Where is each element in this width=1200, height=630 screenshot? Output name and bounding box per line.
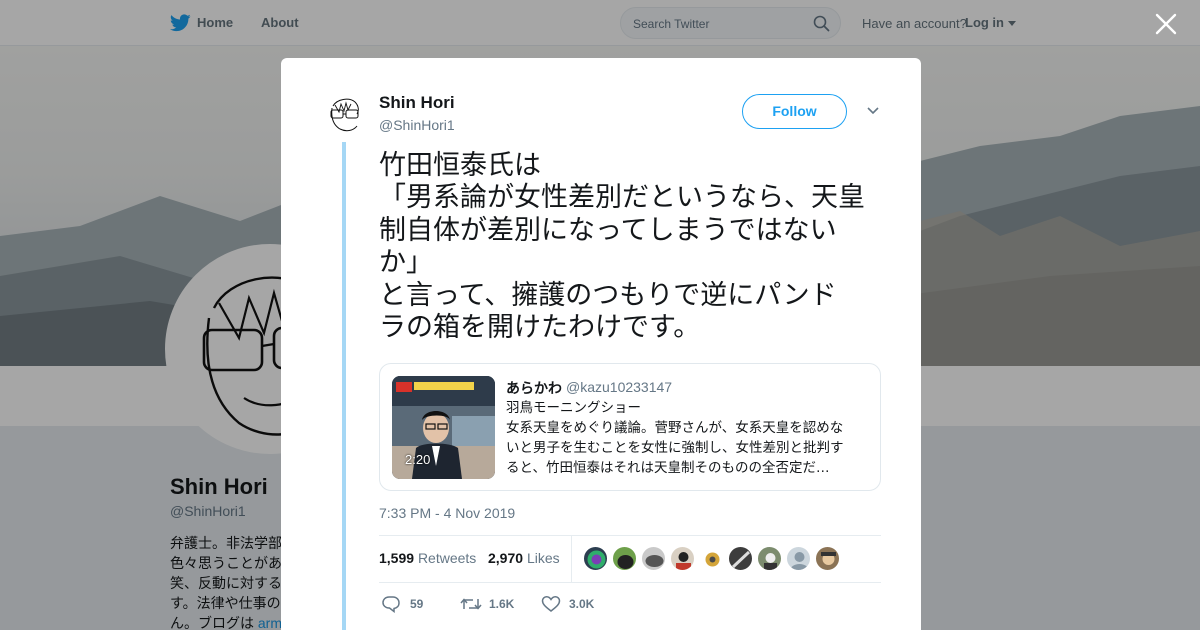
retweets-label: Retweets bbox=[417, 550, 477, 566]
quoted-tweet-card[interactable]: 2:20 あらかわ @kazu10233147 羽鳥モーニングショー 女系天皇を… bbox=[379, 363, 881, 491]
tweet-timestamp[interactable]: 7:33 PM - 4 Nov 2019 bbox=[379, 505, 515, 521]
quoted-tweet-text: 羽鳥モーニングショー 女系天皇をめぐり議論。菅野さんが、女系天皇を認めな いと男… bbox=[506, 398, 866, 478]
liker-avatar[interactable] bbox=[670, 546, 695, 571]
liker-avatar[interactable] bbox=[815, 546, 840, 571]
divider bbox=[571, 536, 572, 582]
quoted-text-line: 女系天皇をめぐり議論。菅野さんが、女系天皇を認めな bbox=[506, 420, 844, 436]
tweet-text-line: 制自体が差別になってしまうではない bbox=[379, 214, 837, 246]
video-thumbnail[interactable]: 2:20 bbox=[392, 376, 495, 479]
tweet-text-line: か」 bbox=[379, 247, 433, 279]
divider bbox=[379, 582, 881, 583]
divider bbox=[379, 535, 881, 536]
tweet-text-line: 「男系論が女性差別だというなら、天皇 bbox=[379, 182, 865, 214]
thread-line bbox=[342, 142, 346, 630]
quoted-author-name: あらかわ bbox=[506, 380, 562, 396]
quoted-text-line: ると、竹田恒泰はそれは天皇制そのものの全否定だ… bbox=[506, 460, 830, 476]
liker-avatar[interactable] bbox=[641, 546, 666, 571]
retweet-count: 1.6K bbox=[489, 597, 515, 611]
liker-avatar[interactable] bbox=[728, 546, 753, 571]
tweet-text-line: ラの箱を開けたわけです。 bbox=[379, 312, 701, 344]
quoted-author-handle: @kazu10233147 bbox=[566, 379, 673, 395]
author-avatar[interactable] bbox=[325, 94, 365, 134]
reply-icon bbox=[382, 596, 400, 613]
quoted-text-line: いと男子を生むことを女性に強制し、女性差別と批判す bbox=[506, 440, 844, 456]
tweet-text: 竹田恒泰氏は 「男系論が女性差別だというなら、天皇 制自体が差別になってしまうで… bbox=[379, 150, 889, 344]
quoted-text-line: 羽鳥モーニングショー bbox=[506, 400, 641, 416]
liker-avatar[interactable] bbox=[786, 546, 811, 571]
liker-avatar[interactable] bbox=[699, 546, 724, 571]
retweet-icon bbox=[460, 598, 482, 610]
chevron-down-icon[interactable] bbox=[866, 105, 880, 117]
close-icon[interactable] bbox=[1154, 12, 1178, 36]
likes-label: Likes bbox=[526, 550, 560, 566]
heart-icon bbox=[541, 596, 561, 612]
tweet-text-line: 竹田恒泰氏は bbox=[379, 150, 541, 181]
retweets-stat[interactable]: 1,599 Retweets bbox=[379, 550, 476, 566]
like-count: 3.0K bbox=[569, 597, 595, 611]
author-handle[interactable]: @ShinHori1 bbox=[379, 117, 455, 133]
liker-avatar[interactable] bbox=[612, 546, 637, 571]
reply-count: 59 bbox=[410, 597, 424, 611]
follow-button[interactable]: Follow bbox=[742, 94, 847, 129]
liker-avatar[interactable] bbox=[757, 546, 782, 571]
liker-avatar[interactable] bbox=[583, 546, 608, 571]
video-duration: 2:20 bbox=[405, 452, 431, 467]
tweet-modal: Shin Hori @ShinHori1 Follow 竹田恒泰氏は 「男系論が… bbox=[281, 58, 921, 630]
retweets-count: 1,599 bbox=[379, 550, 415, 566]
likes-stat[interactable]: 2,970 Likes bbox=[488, 550, 560, 566]
author-name[interactable]: Shin Hori bbox=[379, 93, 455, 113]
likes-count: 2,970 bbox=[488, 550, 524, 566]
tweet-text-line: と言って、擁護のつもりで逆にパンド bbox=[379, 279, 837, 311]
